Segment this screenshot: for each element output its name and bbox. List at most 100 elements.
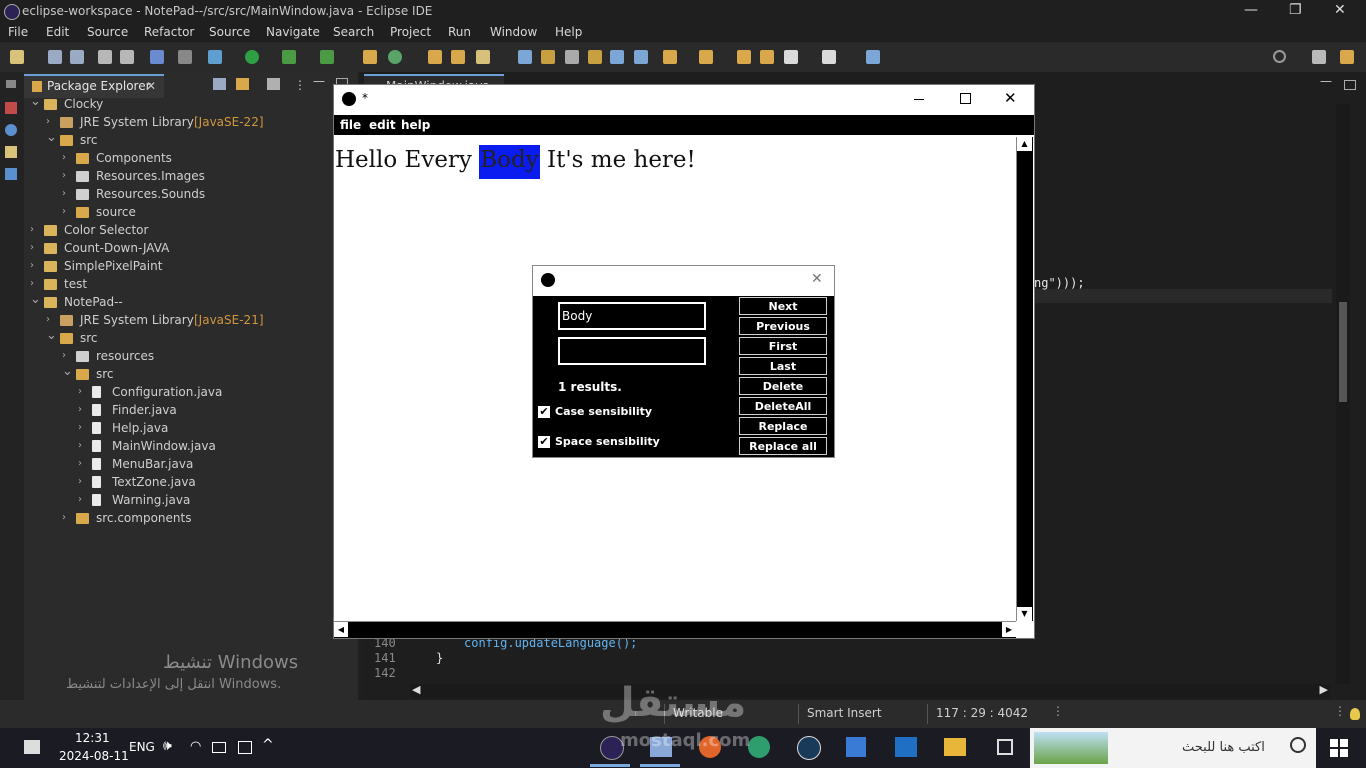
tree-item[interactable]: › TextZone.java [24,474,358,492]
tip-lightbulb-icon[interactable] [1350,708,1360,720]
chevron-right-icon[interactable]: › [78,494,82,505]
declaration-icon[interactable] [5,146,17,158]
tree-item[interactable]: ⌄ NotePad-- [24,292,358,312]
file-explorer-icon[interactable] [944,738,966,756]
menu-source-2[interactable]: Source [209,25,250,39]
link-editor-icon[interactable] [236,78,249,90]
last-button[interactable]: Last [739,357,827,375]
scroll-left-icon[interactable]: ◀ [334,622,348,637]
start-button[interactable] [1330,739,1348,757]
editor-horizontal-scrollbar[interactable]: ◀ ▶ [410,683,1330,698]
paragraph-icon[interactable] [634,50,648,64]
collapse-all-icon[interactable] [213,78,226,90]
java-perspective-icon[interactable] [1340,50,1354,64]
scroll-up-icon[interactable]: ▲ [1017,137,1032,151]
chevron-right-icon[interactable]: › [78,458,82,469]
text-vertical-scrollbar[interactable]: ▲ ▼ [1016,137,1033,621]
store-icon[interactable] [846,737,866,757]
outline-icon[interactable] [5,102,17,114]
minimize-view-icon[interactable]: — [313,74,325,88]
np-maximize-icon[interactable] [960,93,971,104]
arrow-left-icon[interactable] [784,50,798,64]
highlight-icon[interactable] [541,50,555,64]
save-all-icon[interactable] [70,50,84,64]
status-menu-icon[interactable]: ⋮ [1334,704,1346,718]
chevron-right-icon[interactable]: › [78,476,82,487]
chevron-down-icon[interactable]: ⌄ [62,364,73,379]
chevron-right-icon[interactable]: › [46,314,50,325]
undo-icon[interactable] [98,50,112,64]
tree-item[interactable]: › Resources.Images [24,168,358,186]
first-button[interactable]: First [739,337,827,355]
scroll-down-icon[interactable]: ▼ [1017,607,1032,621]
np-menu-help[interactable]: help [401,118,430,132]
chevron-right-icon[interactable]: › [30,278,34,289]
tree-item[interactable]: › MainWindow.java [24,438,358,456]
filter-icon[interactable] [267,78,280,90]
editor-maximize-icon[interactable] [1344,80,1356,90]
tree-item[interactable]: ⌄ src [24,328,358,348]
show-whitespace-icon[interactable] [610,50,624,64]
chevron-right-icon[interactable]: › [30,242,34,253]
javadoc-icon[interactable] [5,124,17,136]
chevron-up-icon[interactable]: ^ [262,737,274,753]
coverage-icon[interactable] [282,50,296,64]
search-tool-icon[interactable] [476,50,490,64]
tree-item[interactable]: ⌄ src [24,130,358,150]
steam-icon[interactable] [797,736,821,760]
editor-vertical-scrollbar[interactable] [1336,104,1350,684]
close-button[interactable]: ✕ [1334,2,1346,18]
toggle-icon[interactable] [565,50,579,64]
menu-source[interactable]: Source [87,25,128,39]
chevron-right-icon[interactable]: › [62,512,66,523]
open-type-icon[interactable] [428,50,442,64]
tree-item[interactable]: › Resources.Sounds [24,186,358,204]
tree-item[interactable]: › src.components [24,510,358,528]
tree-item[interactable]: › test [24,276,358,294]
delete-all-button[interactable]: DeleteAll [739,397,827,415]
tree-item[interactable]: › source [24,204,358,222]
chevron-right-icon[interactable]: › [78,404,82,415]
last-edit-icon[interactable] [663,50,677,64]
next-annotation-icon[interactable] [518,50,532,64]
task-view-icon[interactable] [997,739,1013,755]
menu-help[interactable]: Help [555,25,582,39]
np-menu-file[interactable]: file [340,118,361,132]
replace-all-button[interactable]: Replace all [739,437,827,455]
chevron-right-icon[interactable]: › [46,116,50,127]
scroll-right-icon[interactable]: ▶ [1002,622,1016,637]
menu-file[interactable]: File [8,25,28,39]
chevron-right-icon[interactable]: › [62,170,66,181]
chevron-right-icon[interactable]: › [78,440,82,451]
replace-button[interactable]: Replace [739,417,827,435]
new-java-package-icon[interactable] [363,50,377,64]
close-tab-icon[interactable]: ✕ [146,79,156,93]
debug-icon[interactable] [208,50,222,64]
menu-search[interactable]: Search [333,25,374,39]
text-horizontal-scrollbar[interactable]: ◀ ▶ [334,621,1016,638]
previous-button[interactable]: Previous [739,317,827,335]
open-task-icon[interactable] [451,50,465,64]
save-icon[interactable] [48,50,62,64]
prev-annotation-icon[interactable] [699,50,713,64]
tree-item[interactable]: › SimplePixelPaint [24,258,358,276]
tree-item[interactable]: › Warning.java [24,492,358,510]
outlook-icon[interactable] [895,737,917,757]
chevron-right-icon[interactable]: › [62,188,66,199]
tree-item[interactable]: › MenuBar.java [24,456,358,474]
tree-item[interactable]: › Finder.java [24,402,358,420]
chevron-right-icon[interactable]: › [30,224,34,235]
next-button[interactable]: Next [739,297,827,315]
tree-item[interactable]: ⌄ Clocky [24,94,358,114]
chevron-down-icon[interactable]: ⌄ [46,328,57,343]
block-select-icon[interactable] [588,50,602,64]
volume-icon[interactable]: 🕪 [163,738,172,754]
tab-package-explorer[interactable]: Package Explorer ✕ [24,74,164,98]
np-minimize-icon[interactable] [914,99,924,100]
chevron-right-icon[interactable]: › [78,386,82,397]
chevron-right-icon[interactable]: › [30,260,34,271]
new-icon[interactable] [10,50,24,64]
chevron-right-icon[interactable]: › [78,422,82,433]
external-tools-icon[interactable] [320,50,334,64]
terminal-icon[interactable] [150,50,164,64]
